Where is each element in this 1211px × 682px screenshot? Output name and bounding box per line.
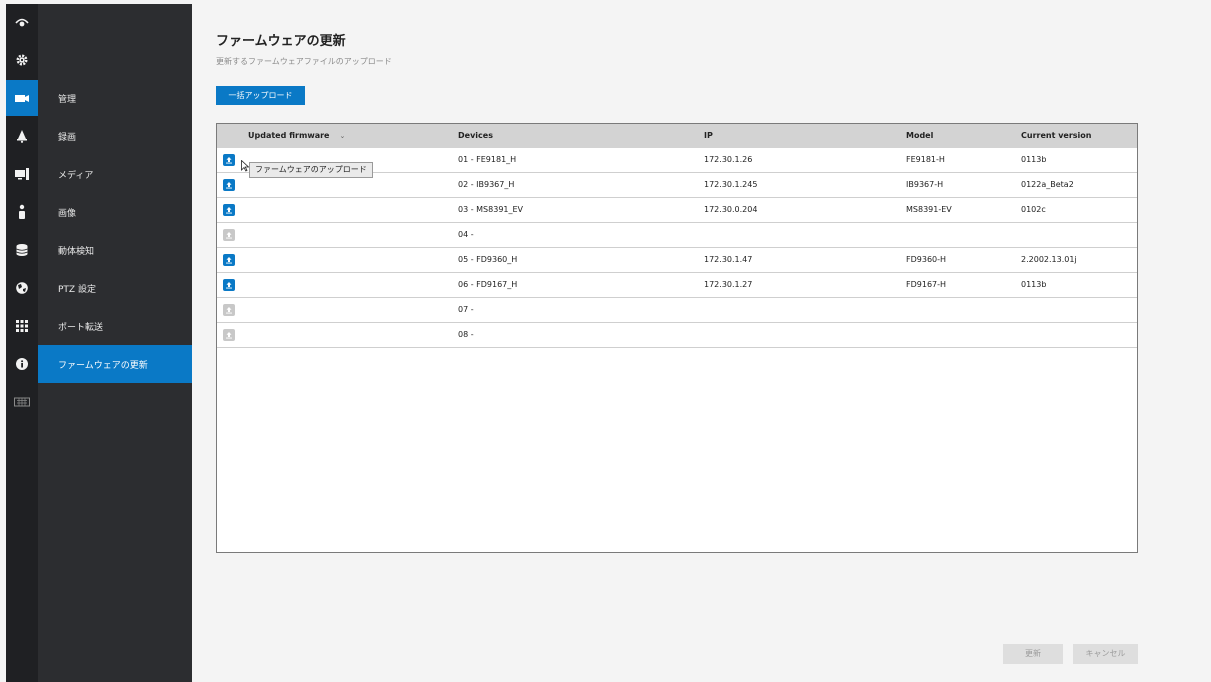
device-cell: 05 - FD9360_H xyxy=(458,255,518,264)
person-icon[interactable] xyxy=(6,194,38,230)
settings-nav: 管理 録画 メディア 画像 動体検知 PTZ 設定 ポート転送 ファームウェアの… xyxy=(38,4,192,682)
nav-item-label: 録画 xyxy=(58,132,77,143)
app-frame: 管理 録画 メディア 画像 動体検知 PTZ 設定 ポート転送 ファームウェアの… xyxy=(0,0,1211,682)
keyboard-icon[interactable] xyxy=(6,384,38,420)
page-title: ファームウェアの更新 xyxy=(216,34,346,49)
eye-icon[interactable] xyxy=(6,4,38,40)
video-camera-icon[interactable] xyxy=(6,80,38,116)
table-row: 08 - xyxy=(217,323,1137,348)
table-row: 06 - FD9167_H 172.30.1.27 FD9167-H 0113b xyxy=(217,273,1137,298)
cancel-button[interactable]: キャンセル xyxy=(1073,644,1138,664)
model-cell: FD9360-H xyxy=(906,255,947,264)
ip-cell: 172.30.1.26 xyxy=(704,155,753,164)
database-icon[interactable] xyxy=(6,232,38,268)
column-header-label: Updated firmware xyxy=(248,131,330,140)
grid-icon[interactable] xyxy=(6,308,38,344)
device-cell: 02 - IB9367_H xyxy=(458,180,515,189)
ip-cell: 172.30.1.27 xyxy=(704,280,753,289)
nav-item-media[interactable]: メディア xyxy=(38,155,192,193)
info-icon[interactable] xyxy=(6,346,38,382)
nav-item-label: 画像 xyxy=(58,208,77,219)
update-button[interactable]: 更新 xyxy=(1003,644,1063,664)
model-cell: IB9367-H xyxy=(906,180,944,189)
table-row: 03 - MS8391_EV 172.30.0.204 MS8391-EV 0102c xyxy=(217,198,1137,223)
upload-icon xyxy=(223,304,235,316)
device-cell: 01 - FE9181_H xyxy=(458,155,517,164)
page-subtitle: 更新するファームウェアファイルのアップロード xyxy=(216,57,392,66)
upload-icon[interactable] xyxy=(223,254,235,266)
main-content: ファームウェアの更新 更新するファームウェアファイルのアップロード 一括アップロ… xyxy=(192,4,1211,682)
monitor-icon[interactable] xyxy=(6,156,38,192)
upload-icon[interactable] xyxy=(223,279,235,291)
nav-item-label: ファームウェアの更新 xyxy=(58,360,148,371)
ip-cell: 172.30.1.245 xyxy=(704,180,758,189)
table-header: Updated firmware ⌄ Devices IP Model Curre… xyxy=(217,124,1137,148)
device-cell: 07 - xyxy=(458,305,474,314)
upload-icon[interactable] xyxy=(223,154,235,166)
version-cell: 2.2002.13.01j xyxy=(1021,255,1077,264)
mouse-cursor-icon xyxy=(241,160,249,172)
column-header-devices: Devices xyxy=(458,131,493,140)
nav-item-label: 管理 xyxy=(58,94,77,105)
device-cell: 06 - FD9167_H xyxy=(458,280,518,289)
nav-item-label: 動体検知 xyxy=(58,246,95,257)
table-row: 05 - FD9360_H 172.30.1.47 FD9360-H 2.2002.1… xyxy=(217,248,1137,273)
version-cell: 0122a_Beta2 xyxy=(1021,180,1074,189)
bulk-upload-button[interactable]: 一括アップロード xyxy=(216,86,305,105)
column-header-ip: IP xyxy=(704,131,713,140)
bell-icon[interactable] xyxy=(6,118,38,154)
column-header-model: Model xyxy=(906,131,934,140)
device-cell: 04 - xyxy=(458,230,474,239)
nav-item-ptz-settings[interactable]: PTZ 設定 xyxy=(38,269,192,307)
upload-tooltip: ファームウェアのアップロード xyxy=(249,162,373,178)
nav-item-firmware-update[interactable]: ファームウェアの更新 xyxy=(38,345,192,383)
device-cell: 08 - xyxy=(458,330,474,339)
model-cell: FD9167-H xyxy=(906,280,947,289)
icon-rail xyxy=(6,4,38,682)
model-cell: MS8391-EV xyxy=(906,205,952,214)
globe-icon[interactable] xyxy=(6,270,38,306)
version-cell: 0113b xyxy=(1021,155,1047,164)
nav-item-label: メディア xyxy=(58,170,94,181)
upload-icon xyxy=(223,229,235,241)
table-row: 04 - xyxy=(217,223,1137,248)
nav-item-label: PTZ 設定 xyxy=(58,284,96,295)
ip-cell: 172.30.0.204 xyxy=(704,205,758,214)
version-cell: 0113b xyxy=(1021,280,1047,289)
gear-icon[interactable] xyxy=(6,42,38,78)
nav-item-port-forwarding[interactable]: ポート転送 xyxy=(38,307,192,345)
ip-cell: 172.30.1.47 xyxy=(704,255,753,264)
chevron-down-icon[interactable]: ⌄ xyxy=(339,124,345,148)
upload-icon xyxy=(223,329,235,341)
nav-item-motion-detection[interactable]: 動体検知 xyxy=(38,231,192,269)
upload-icon[interactable] xyxy=(223,179,235,191)
firmware-table: Updated firmware ⌄ Devices IP Model Curre… xyxy=(216,123,1138,553)
upload-icon[interactable] xyxy=(223,204,235,216)
column-header-current-version: Current version xyxy=(1021,131,1092,140)
table-row: 07 - xyxy=(217,298,1137,323)
column-header-updated-firmware[interactable]: Updated firmware ⌄ xyxy=(248,124,345,148)
model-cell: FE9181-H xyxy=(906,155,945,164)
nav-item-label: ポート転送 xyxy=(58,322,104,333)
version-cell: 0102c xyxy=(1021,205,1046,214)
nav-item-recording[interactable]: 録画 xyxy=(38,117,192,155)
nav-item-image[interactable]: 画像 xyxy=(38,193,192,231)
nav-item-management[interactable]: 管理 xyxy=(38,79,192,117)
device-cell: 03 - MS8391_EV xyxy=(458,205,524,214)
